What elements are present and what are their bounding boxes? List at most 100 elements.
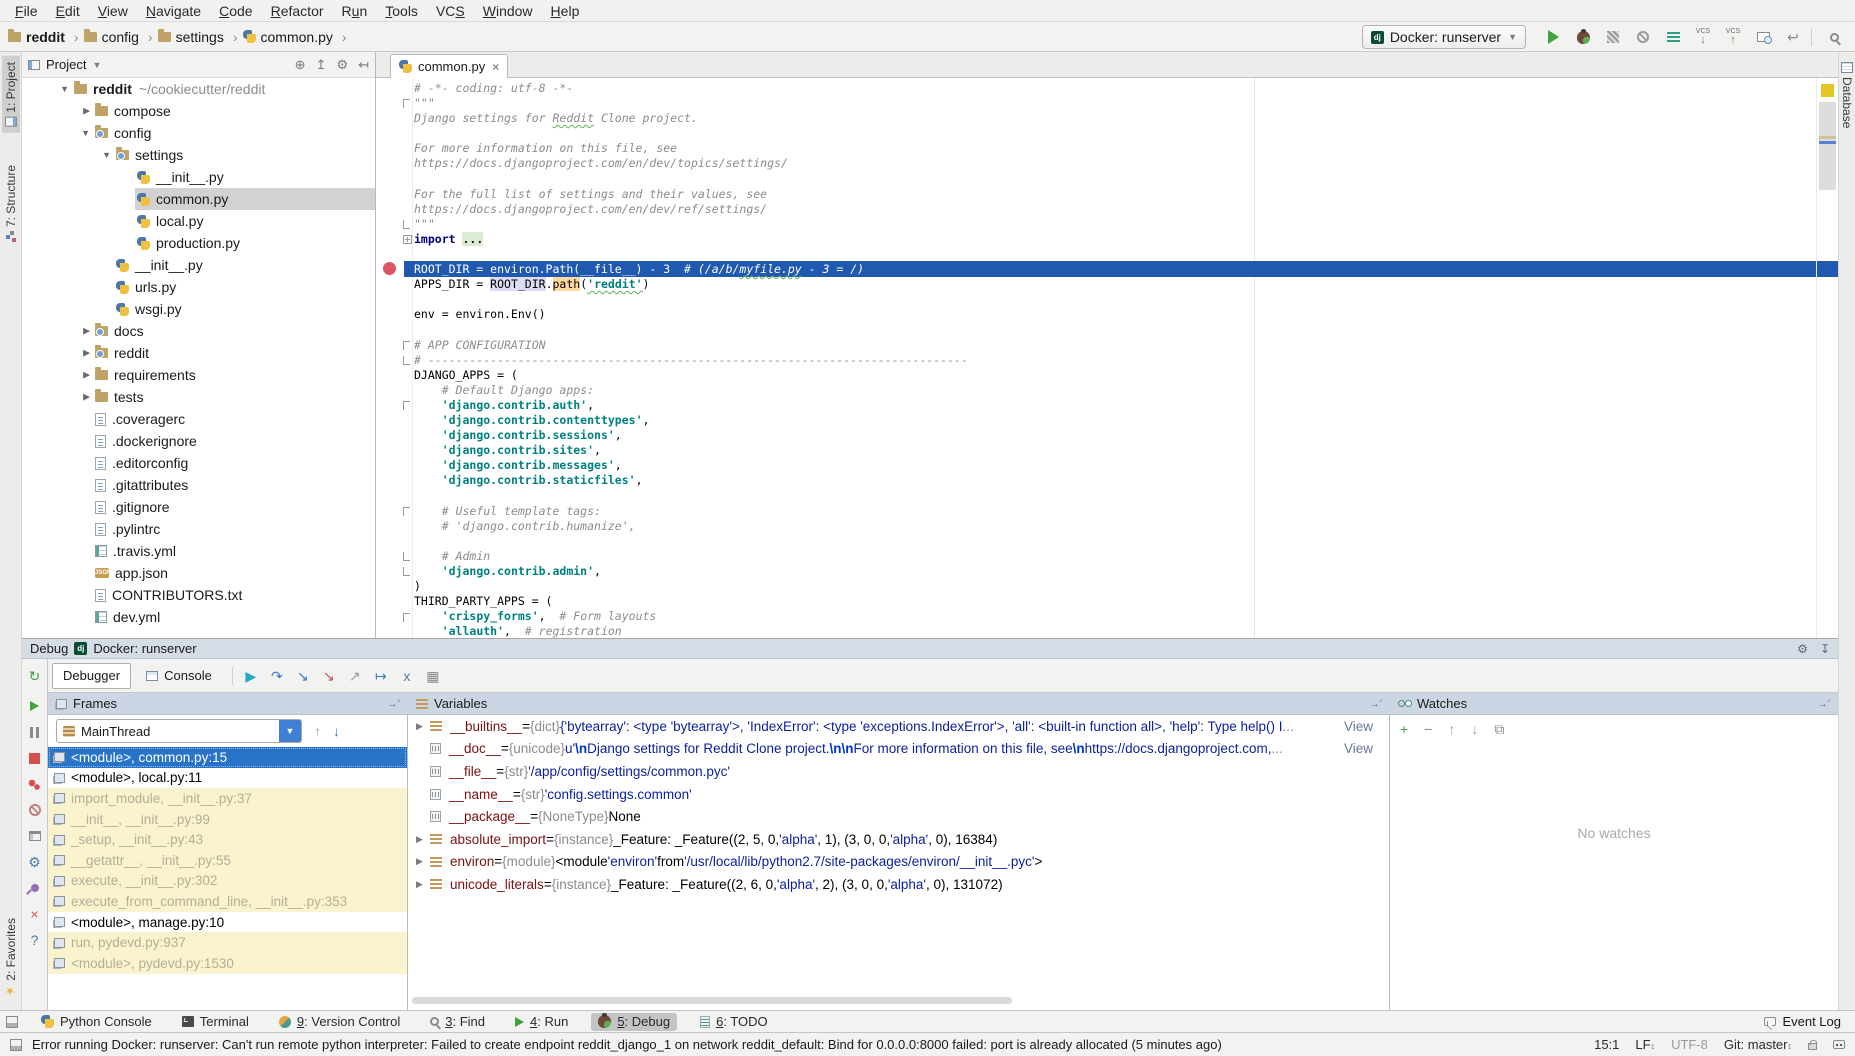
show-execution-point-button[interactable]: ▶ bbox=[238, 668, 264, 684]
tree-item-requirements[interactable]: ▶requirements bbox=[22, 364, 375, 386]
tree-item--pylintrc[interactable]: .pylintrc bbox=[22, 518, 375, 540]
tree-item-app-json[interactable]: app.json bbox=[22, 562, 375, 584]
resume-button[interactable] bbox=[22, 693, 48, 719]
menu-tools[interactable]: Tools bbox=[376, 3, 427, 19]
gear-icon[interactable]: ⚙ bbox=[336, 57, 348, 72]
concurrency-diagram-button[interactable] bbox=[1660, 25, 1686, 49]
stripe-tab-2-favorites[interactable]: ★2: Favorites bbox=[2, 912, 20, 1004]
tree-item--coveragerc[interactable]: .coveragerc bbox=[22, 408, 375, 430]
tab-debugger[interactable]: Debugger bbox=[52, 663, 131, 689]
event-log-button[interactable]: Event Log bbox=[1782, 1014, 1841, 1029]
chevron-down-icon[interactable]: ▼ bbox=[60, 84, 69, 94]
chevron-right-icon[interactable]: ▶ bbox=[83, 106, 90, 117]
gear-icon[interactable]: ⚙ bbox=[1797, 642, 1808, 656]
variable-row[interactable]: ▶absolute_import = {instance} _Feature: … bbox=[408, 828, 1389, 851]
stripe-tab-database[interactable]: Database bbox=[1839, 56, 1855, 134]
mute-breakpoints-button[interactable] bbox=[22, 797, 48, 823]
variable-row[interactable]: __doc__ = {unicode} u'\nDjango settings … bbox=[408, 738, 1389, 761]
move-down-button[interactable]: ↓ bbox=[1471, 721, 1478, 737]
variables-scrollbar[interactable] bbox=[412, 997, 1012, 1004]
frame-row[interactable]: __init__, __init__.py:99 bbox=[48, 809, 407, 830]
tree-item--editorconfig[interactable]: .editorconfig bbox=[22, 452, 375, 474]
tree-item--travis-yml[interactable]: .travis.yml bbox=[22, 540, 375, 562]
chevron-down-icon[interactable]: ▼ bbox=[81, 128, 90, 138]
menu-edit[interactable]: Edit bbox=[47, 3, 89, 19]
chevron-right-icon[interactable]: ▶ bbox=[83, 392, 90, 403]
chevron-right-icon[interactable]: ▶ bbox=[416, 834, 430, 845]
frame-row[interactable]: execute, __init__.py:302 bbox=[48, 871, 407, 892]
prev-frame-icon[interactable]: ↑ bbox=[314, 724, 321, 738]
frame-row[interactable]: <module>, pydevd.py:1530 bbox=[48, 953, 407, 974]
tree-item-__init__-py[interactable]: __init__.py bbox=[22, 254, 375, 276]
menu-help[interactable]: Help bbox=[542, 3, 589, 19]
fold-marker[interactable] bbox=[403, 235, 412, 244]
chevron-down-icon[interactable]: ▼ bbox=[92, 60, 101, 70]
view-breakpoints-grid-button[interactable]: ▦ bbox=[420, 668, 446, 684]
tree-item-urls-py[interactable]: urls.py bbox=[22, 276, 375, 298]
error-stripe[interactable] bbox=[1816, 78, 1838, 638]
menu-code[interactable]: Code bbox=[210, 3, 261, 19]
settings-button[interactable]: ⚙ bbox=[22, 849, 48, 875]
toolwindow-tab-9-version-control[interactable]: 9: Version Control bbox=[272, 1013, 407, 1031]
stripe-tab-1-project[interactable]: 1: Project bbox=[2, 56, 20, 133]
tree-item-common-py[interactable]: common.py bbox=[22, 188, 375, 210]
pause-button[interactable] bbox=[22, 719, 48, 745]
close-button[interactable]: × bbox=[22, 901, 48, 927]
toolwindow-tab-6-todo[interactable]: 6: TODO bbox=[693, 1013, 775, 1031]
fold-marker[interactable] bbox=[403, 99, 410, 108]
thread-dropdown-button[interactable]: ▼ bbox=[279, 720, 301, 742]
fold-marker[interactable] bbox=[403, 613, 410, 622]
variable-row[interactable]: ▶unicode_literals = {instance} _Feature:… bbox=[408, 873, 1389, 896]
menu-view[interactable]: View bbox=[89, 3, 137, 19]
caret-position[interactable]: 15:1 bbox=[1594, 1037, 1619, 1052]
close-tab-icon[interactable]: × bbox=[492, 60, 499, 74]
hide-panel-icon[interactable]: ↤ bbox=[358, 57, 369, 72]
step-into-my-code-button[interactable]: ↘ bbox=[316, 668, 342, 684]
variable-row[interactable]: __file__ = {str} '/app/config/settings/c… bbox=[408, 760, 1389, 783]
tree-item-config[interactable]: ▼config bbox=[22, 122, 375, 144]
menu-file[interactable]: File bbox=[6, 3, 47, 19]
breadcrumb-item[interactable]: settings bbox=[158, 29, 224, 45]
variable-row[interactable]: ▶__builtins__ = {dict} {'bytearray': <ty… bbox=[408, 715, 1389, 738]
tree-item-contributors-txt[interactable]: CONTRIBUTORS.txt bbox=[22, 584, 375, 606]
variable-row[interactable]: __package__ = {NoneType} None bbox=[408, 805, 1389, 828]
fold-marker[interactable] bbox=[403, 567, 410, 576]
fold-marker[interactable] bbox=[403, 401, 410, 410]
add-watch-button[interactable]: + bbox=[1400, 721, 1408, 737]
stop-button[interactable] bbox=[22, 745, 48, 771]
tree-item-settings[interactable]: ▼settings bbox=[22, 144, 375, 166]
code-area[interactable]: # -*- coding: utf-8 -*-"""Django setting… bbox=[414, 81, 1816, 638]
debug-button[interactable] bbox=[1570, 25, 1596, 49]
remote-host-button[interactable] bbox=[1750, 25, 1776, 49]
toolwindow-tab-python-console[interactable]: Python Console bbox=[34, 1013, 159, 1031]
tree-item-wsgi-py[interactable]: wsgi.py bbox=[22, 298, 375, 320]
breakpoint-icon[interactable] bbox=[383, 262, 396, 275]
help-button[interactable]: ? bbox=[22, 927, 48, 953]
menu-window[interactable]: Window bbox=[474, 3, 542, 19]
locate-icon[interactable]: ⊕ bbox=[295, 57, 306, 72]
run-configuration-selector[interactable]: Docker: runserver ▼ bbox=[1362, 25, 1526, 49]
scroll-to-icon[interactable]: →' bbox=[387, 698, 400, 710]
toolwindow-tab-5-debug[interactable]: 5: Debug bbox=[591, 1013, 677, 1031]
tree-item-reddit[interactable]: ▼reddit~/cookiecutter/reddit bbox=[22, 78, 375, 100]
tab-console[interactable]: Console bbox=[135, 663, 223, 689]
step-into-button[interactable]: ↘ bbox=[290, 668, 316, 684]
run-button[interactable] bbox=[1540, 25, 1566, 49]
search-everywhere-button[interactable] bbox=[1821, 25, 1847, 49]
hide-panel-icon[interactable]: ↧ bbox=[1820, 642, 1830, 656]
evaluate-expression-button[interactable]: x bbox=[394, 668, 420, 684]
chevron-right-icon[interactable]: ▶ bbox=[416, 856, 430, 867]
frame-row[interactable]: __getattr__, __init__.py:55 bbox=[48, 850, 407, 871]
fold-marker[interactable] bbox=[403, 341, 410, 350]
tree-item--dockerignore[interactable]: .dockerignore bbox=[22, 430, 375, 452]
hector-icon[interactable] bbox=[1833, 1040, 1845, 1049]
breadcrumb-item[interactable]: config bbox=[84, 29, 139, 45]
chevron-right-icon[interactable]: ▶ bbox=[83, 370, 90, 381]
tool-window-toggle-icon[interactable] bbox=[6, 1016, 18, 1028]
restore-layout-button[interactable] bbox=[22, 823, 48, 849]
frame-row[interactable]: <module>, common.py:15 bbox=[48, 747, 407, 768]
view-breakpoints-button[interactable] bbox=[22, 771, 48, 797]
tool-window-toggle-icon[interactable] bbox=[10, 1039, 22, 1051]
profiler-button[interactable] bbox=[1630, 25, 1656, 49]
chevron-down-icon[interactable]: ▼ bbox=[102, 150, 111, 160]
